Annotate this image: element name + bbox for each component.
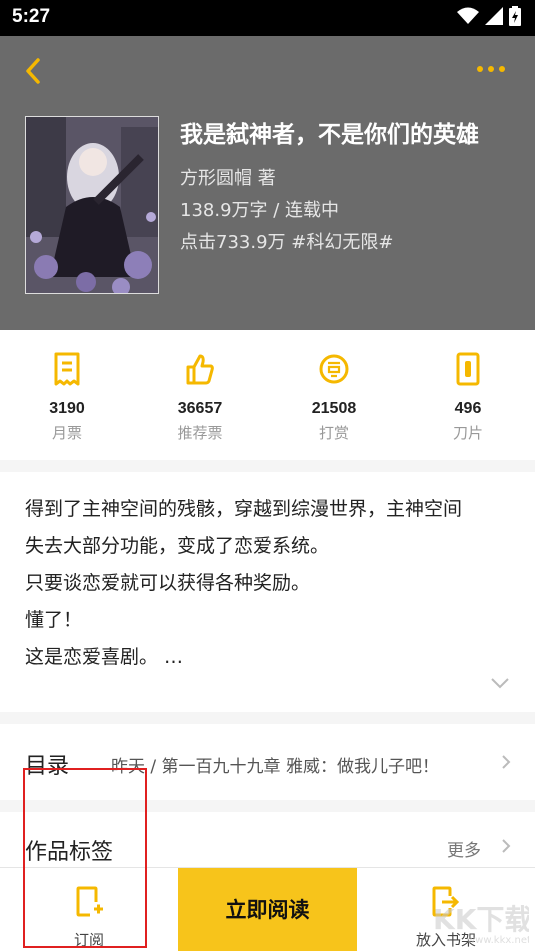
stat-value: 3190: [49, 400, 85, 417]
cover-illustration: [26, 117, 158, 293]
table-of-contents-row[interactable]: 目录 昨天 / 第一百九十九章 雅威：做我儿子吧！: [0, 724, 535, 800]
back-button[interactable]: [18, 54, 52, 88]
battery-icon: [509, 6, 521, 26]
status-bar: 5:27: [0, 0, 535, 36]
intro-line: 这是恋爱喜剧。 …: [25, 646, 184, 668]
book-intro[interactable]: 得到了主神空间的残骸，穿越到综漫世界，主神空间 失去大部分功能，变成了恋爱系统。…: [0, 472, 535, 712]
tags-more-link[interactable]: 更多: [447, 836, 481, 861]
book-header: 我是弑神者，不是你们的英雄 方形圆帽 著 138.9万字 / 连载中 点击733…: [0, 36, 535, 330]
stat-blade[interactable]: 496 刀片: [408, 352, 528, 443]
book-author[interactable]: 方形圆帽 著: [180, 164, 276, 190]
more-options-button[interactable]: [477, 61, 513, 77]
expand-chevron-icon[interactable]: [490, 676, 510, 690]
stat-reward[interactable]: 21508 打赏: [274, 352, 394, 443]
chevron-right-icon: [502, 755, 511, 769]
blade-icon: [456, 352, 480, 386]
stat-label: 月票: [51, 424, 82, 442]
chevron-right-icon[interactable]: [501, 838, 511, 854]
thumbs-up-icon: [186, 354, 214, 385]
book-cover[interactable]: [25, 116, 159, 294]
book-title: 我是弑神者，不是你们的英雄: [180, 122, 479, 148]
intro-line: 只要谈恋爱就可以获得各种奖励。: [25, 572, 311, 594]
stats-row: 3190 月票 36657 推荐票 21508 打赏 496 刀片: [0, 330, 535, 460]
intro-line: 失去大部分功能，变成了恋爱系统。: [25, 535, 330, 557]
wifi-icon: [457, 7, 479, 24]
work-tags-row: 作品标签 更多: [0, 812, 535, 872]
toc-label: 目录: [25, 754, 70, 779]
book-clicks-tag: 点击733.9万 #科幻无限#: [180, 232, 394, 253]
read-now-button[interactable]: 立即阅读: [178, 868, 357, 951]
book-word-count-status: 138.9万字 / 连载中: [180, 200, 340, 221]
stat-label: 打赏: [318, 424, 349, 442]
latest-chapter: 昨天 / 第一百九十九章 雅威：做我儿子吧！: [111, 757, 439, 777]
stat-recommend[interactable]: 36657 推荐票: [140, 352, 260, 443]
ticket-icon: [54, 352, 80, 386]
subscribe-button[interactable]: 订阅: [0, 868, 178, 951]
stat-label: 推荐票: [177, 424, 223, 442]
watermark-logo: KK下载 www.kkx.net: [433, 903, 529, 946]
subscribe-label: 订阅: [73, 931, 104, 949]
subscribe-icon: [76, 886, 103, 917]
intro-line: 懂了！: [25, 609, 83, 631]
reward-icon: [319, 354, 349, 384]
stat-value: 496: [454, 400, 482, 417]
status-icons: [457, 6, 521, 26]
svg-text:KK下载: KK下载: [433, 903, 529, 936]
stat-value: 21508: [311, 400, 357, 417]
intro-line: 得到了主神空间的残骸，穿越到综漫世界，主神空间: [25, 498, 463, 520]
stat-value: 36657: [177, 400, 223, 417]
signal-icon: [485, 7, 503, 25]
status-time: 5:27: [12, 6, 51, 27]
tags-label: 作品标签: [25, 840, 114, 865]
svg-text:www.kkx.net: www.kkx.net: [467, 935, 529, 946]
stat-monthly-ticket[interactable]: 3190 月票: [7, 352, 127, 443]
stat-label: 刀片: [452, 424, 483, 442]
